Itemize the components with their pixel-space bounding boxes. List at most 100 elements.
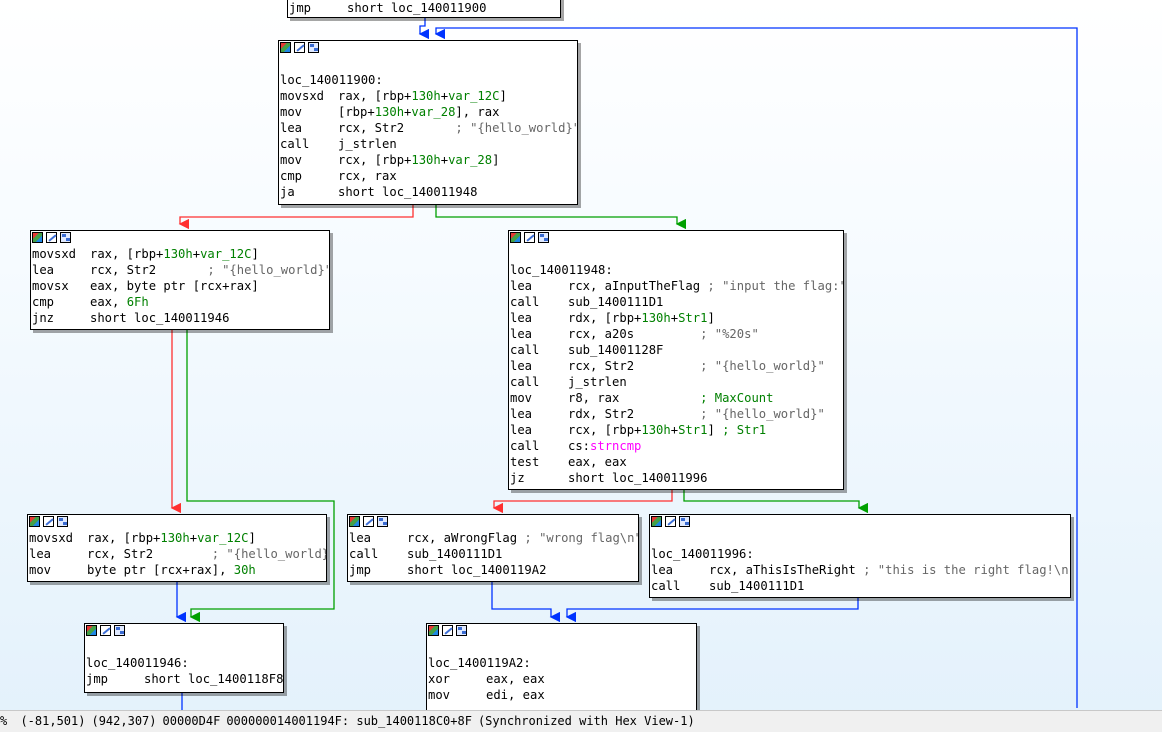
mnemonic: movsxd: [32, 247, 77, 261]
node-header: [31, 231, 329, 246]
code-block-write-char[interactable]: movsxd rax, [rbp+130h+var_12C] lea rcx, Str…: [27, 514, 327, 582]
rename-icon[interactable]: [43, 516, 54, 527]
instruction-line[interactable]: jnz short loc_140011946: [32, 310, 329, 326]
code-block-compare-char[interactable]: movsxd rax, [rbp+130h+var_12C] lea rcx, Str…: [30, 230, 330, 330]
current-address: 000000014001194F: sub_1400118C0+8F: [226, 714, 472, 728]
instruction-line[interactable]: call cs:strncmp: [510, 438, 843, 454]
code-label[interactable]: loc_140011948:: [510, 262, 843, 278]
rename-icon[interactable]: [294, 42, 305, 53]
instruction-line[interactable]: movsx eax, byte ptr [rcx+rax]: [32, 278, 329, 294]
set-color-icon[interactable]: [651, 516, 662, 527]
group-nodes-icon[interactable]: [538, 232, 549, 243]
edge-996-to-9a2: [565, 598, 859, 623]
file-offset: 00000D4F: [162, 714, 221, 728]
rename-icon[interactable]: [442, 625, 453, 636]
instruction-line[interactable]: lea rdx, [rbp+130h+Str1]: [510, 310, 843, 326]
mnemonic: call: [510, 375, 540, 389]
instruction-line[interactable]: lea rdx, Str2 ; "{hello_world}": [510, 406, 843, 422]
code-label[interactable]: loc_140011946:: [86, 655, 283, 671]
group-nodes-icon[interactable]: [679, 516, 690, 527]
code-label[interactable]: loc_140011900:: [280, 72, 577, 88]
instruction-line[interactable]: jz short loc_140011996: [510, 470, 843, 486]
operand-part: 130h: [411, 153, 441, 167]
group-nodes-icon[interactable]: [114, 625, 125, 636]
instruction-line[interactable]: cmp rcx, rax: [280, 168, 577, 184]
instruction-line[interactable]: lea rcx, a20s ; "%20s": [510, 326, 843, 342]
instruction-line[interactable]: lea rcx, aWrongFlag ; "wrong flag\n": [349, 530, 638, 546]
instruction-line[interactable]: ja short loc_140011948: [280, 184, 577, 200]
rename-icon[interactable]: [46, 232, 57, 243]
operand-part: 130h: [641, 311, 671, 325]
instruction-line[interactable]: lea rcx, [rbp+130h+Str1] ; Str1: [510, 422, 843, 438]
code-block-loc-1400119a2[interactable]: loc_1400119A2: xor eax, eax mov edi, eax: [426, 623, 697, 718]
operand-part: ; "{hello_world}": [455, 121, 578, 135]
operand-part: ; "input the flag:": [707, 279, 844, 293]
group-nodes-icon[interactable]: [308, 42, 319, 53]
code-block-wrong-flag[interactable]: lea rcx, aWrongFlag ; "wrong flag\n" call s…: [347, 514, 639, 582]
instruction-line[interactable]: jmp short loc_1400119A2: [349, 562, 638, 578]
operand-part: ]: [248, 531, 256, 545]
set-color-icon[interactable]: [280, 42, 291, 53]
code-label[interactable]: loc_1400119A2:: [428, 655, 696, 671]
operand-part: ; "%20s": [700, 327, 759, 341]
operand-part: var_28: [448, 153, 493, 167]
instruction-line[interactable]: mov [rbp+130h+var_28], rax: [280, 104, 577, 120]
instruction-line[interactable]: lea rcx, Str2 ; "{hello_world}": [280, 120, 577, 136]
set-color-icon[interactable]: [428, 625, 439, 636]
instruction-line[interactable]: mov edi, eax: [428, 687, 696, 703]
operand-part: +: [440, 89, 449, 103]
code-label[interactable]: loc_140011996:: [651, 546, 1070, 562]
rename-icon[interactable]: [524, 232, 535, 243]
operand-part: rcx, [rbp+: [338, 153, 412, 167]
code-block-loc-140011948[interactable]: loc_140011948: lea rcx, aInputTheFlag ; "i…: [508, 230, 844, 490]
zoom-level: %: [0, 714, 15, 728]
set-color-icon[interactable]: [349, 516, 360, 527]
instruction-line[interactable]: lea rcx, Str2 ; "{hello_world}": [510, 358, 843, 374]
code-block-top[interactable]: jmp short loc_140011900: [287, 0, 561, 18]
instruction-line[interactable]: lea rcx, Str2 ; "{hello_world}": [29, 546, 326, 562]
instruction-line[interactable]: lea rcx, aThisIsTheRight ; "this is the r…: [651, 562, 1070, 578]
mnemonic: call: [349, 547, 379, 561]
instruction-line[interactable]: mov byte ptr [rcx+rax], 30h: [29, 562, 326, 578]
instruction-line[interactable]: movsxd rax, [rbp+130h+var_12C]: [280, 88, 577, 104]
instruction-line[interactable]: call sub_1400111D1: [349, 546, 638, 562]
instruction-line[interactable]: call sub_1400111D1: [651, 578, 1070, 594]
operand-part: ]: [707, 423, 723, 437]
code-block-loc-140011996[interactable]: loc_140011996: lea rcx, aThisIsTheRight ; …: [649, 514, 1071, 598]
rename-icon[interactable]: [100, 625, 111, 636]
instruction-line[interactable]: lea rcx, aInputTheFlag ; "input the flag:…: [510, 278, 843, 294]
operand-part: byte ptr [rcx+rax],: [87, 563, 234, 577]
node-header: [279, 41, 577, 56]
set-color-icon[interactable]: [29, 516, 40, 527]
graph-view[interactable]: jmp short loc_140011900 loc_140011900: mov…: [0, 0, 1162, 732]
instruction-line[interactable]: xor eax, eax: [428, 671, 696, 687]
instruction-line[interactable]: mov r8, rax ; MaxCount: [510, 390, 843, 406]
instruction-line[interactable]: call sub_14001128F: [510, 342, 843, 358]
set-color-icon[interactable]: [86, 625, 97, 636]
instruction-line[interactable]: movsxd rax, [rbp+130h+var_12C]: [32, 246, 329, 262]
instruction-line[interactable]: call j_strlen: [510, 374, 843, 390]
rename-icon[interactable]: [665, 516, 676, 527]
group-nodes-icon[interactable]: [456, 625, 467, 636]
set-color-icon[interactable]: [32, 232, 43, 243]
set-color-icon[interactable]: [510, 232, 521, 243]
instruction-line[interactable]: movsxd rax, [rbp+130h+var_12C]: [29, 530, 326, 546]
group-nodes-icon[interactable]: [60, 232, 71, 243]
instruction-line[interactable]: call sub_1400111D1: [510, 294, 843, 310]
operand-part: rcx, a20s: [568, 327, 701, 341]
instruction-line[interactable]: cmp eax, 6Fh: [32, 294, 329, 310]
code-block-loc-140011900[interactable]: loc_140011900: movsxd rax, [rbp+130h+var_1…: [278, 40, 578, 205]
node-header: [650, 515, 1070, 530]
instruction-line[interactable]: test eax, eax: [510, 454, 843, 470]
code-block-loc-140011946[interactable]: loc_140011946: jmp short loc_1400118F8: [84, 623, 284, 693]
mnemonic: call: [510, 343, 540, 357]
operand-part: edi, eax: [486, 688, 545, 702]
instruction-line[interactable]: jmp short loc_1400118F8: [86, 671, 283, 687]
group-nodes-icon[interactable]: [57, 516, 68, 527]
instruction-line[interactable]: mov rcx, [rbp+130h+var_28]: [280, 152, 577, 168]
rename-icon[interactable]: [363, 516, 374, 527]
group-nodes-icon[interactable]: [377, 516, 388, 527]
instruction-line[interactable]: call j_strlen: [280, 136, 577, 152]
operand-part: sub_1400111D1: [568, 295, 664, 309]
instruction-line[interactable]: lea rcx, Str2 ; "{hello_world}": [32, 262, 329, 278]
